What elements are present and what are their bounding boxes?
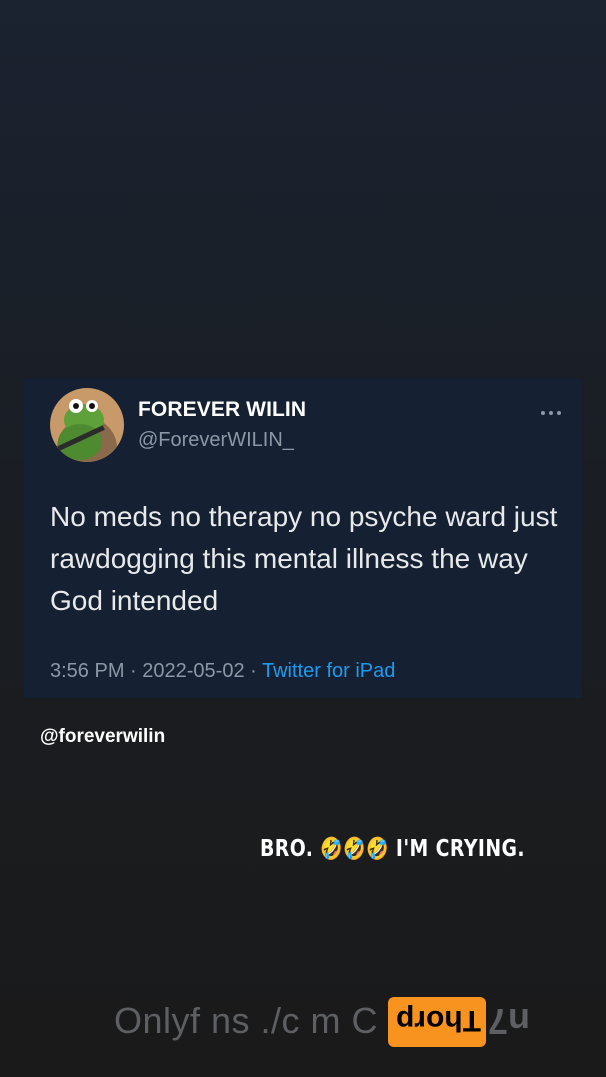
credit-handle[interactable]: @foreverwilin bbox=[40, 726, 165, 748]
more-options-icon[interactable] bbox=[540, 404, 562, 415]
frog-avatar-icon[interactable] bbox=[50, 388, 124, 462]
meta-separator: · bbox=[124, 660, 143, 682]
story-caption: BRO. 🤣🤣🤣 I'M CRYING. bbox=[260, 836, 525, 862]
tweet-date: 2022-05-02 bbox=[142, 660, 245, 682]
watermark-suffix: n7 bbox=[488, 1001, 531, 1042]
meta-separator: · bbox=[244, 660, 262, 682]
watermark-logo-text: Thorp bbox=[396, 1004, 481, 1037]
watermark-text: Onlyf ns ./c m C bbox=[114, 1000, 379, 1041]
embedded-tweet-card[interactable]: FOREVER WILIN @ForeverWILIN_ No meds no … bbox=[24, 378, 582, 698]
story-screen: { "tweet": { "display_name": "FOREVER WI… bbox=[0, 0, 606, 1077]
watermark-logo-badge: Thorp bbox=[388, 997, 486, 1047]
caption-text-before: BRO. bbox=[260, 836, 321, 862]
tweet-time: 3:56 PM bbox=[50, 660, 125, 682]
tweet-text: No meds no therapy no psyche ward just r… bbox=[50, 501, 558, 616]
caption-text-after: I'M CRYING. bbox=[388, 836, 525, 862]
tweet-handle[interactable]: @ForeverWILIN_ bbox=[138, 429, 294, 452]
laughing-emoji-icon: 🤣🤣🤣 bbox=[320, 837, 389, 862]
tweet-source-link[interactable]: Twitter for iPad bbox=[262, 660, 395, 682]
tweet-metadata: 3:56 PM · 2022-05-02 · Twitter for iPad bbox=[50, 660, 395, 683]
tweet-display-name[interactable]: FOREVER WILIN bbox=[138, 398, 306, 422]
